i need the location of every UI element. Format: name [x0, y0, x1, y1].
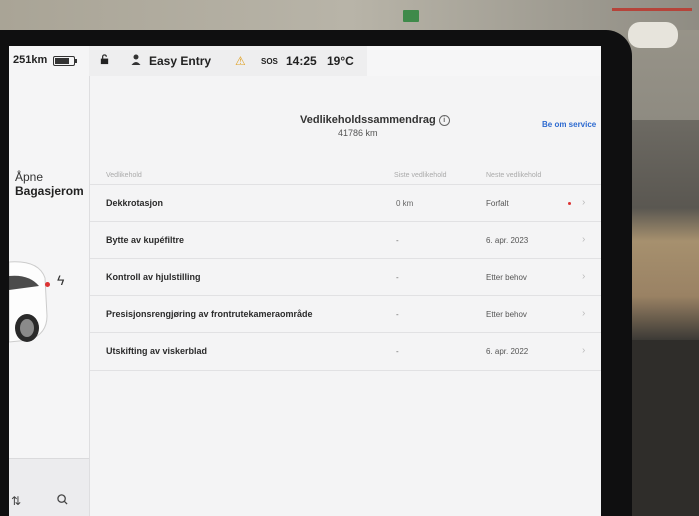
chevron-right-icon[interactable]: › [582, 308, 585, 319]
summary-title-text: Vedlikeholdssammendrag [300, 114, 436, 126]
outside-temperature: 19°C [327, 54, 354, 68]
sos-button[interactable]: SOS [261, 57, 278, 66]
charge-port-indicator [45, 282, 50, 287]
row-next: Etter behov [486, 310, 527, 319]
apps-icon[interactable]: ⇅ [11, 494, 21, 508]
row-name: Bytte av kupéfiltre [106, 235, 185, 245]
row-name: Kontroll av hjulstilling [106, 272, 201, 282]
table-row[interactable]: Bytte av kupéfiltre - 6. apr. 2023 › [90, 221, 601, 259]
exit-sign [403, 10, 419, 22]
car-screen: 251km Åpne Bagasjerom ϟ ⇅ Easy Entry ⚠ S… [9, 46, 601, 516]
background-ceiling [0, 0, 699, 30]
table-row[interactable]: Utskifting av viskerblad - 6. apr. 2022 … [90, 332, 601, 371]
warning-icon[interactable]: ⚠ [235, 54, 246, 68]
unlock-icon-glyph [100, 54, 109, 65]
search-icon-glyph [57, 494, 68, 505]
paper-roll [628, 22, 678, 48]
header-next-service: Neste vedlikehold [486, 172, 542, 179]
user-icon[interactable] [131, 54, 141, 68]
row-next: 6. apr. 2023 [486, 236, 529, 245]
row-next: 6. apr. 2022 [486, 347, 529, 356]
open-trunk-button[interactable]: Åpne Bagasjerom [15, 170, 84, 198]
open-trunk-line1: Åpne [15, 170, 44, 184]
battery-icon [53, 56, 77, 66]
chevron-right-icon[interactable]: › [582, 197, 585, 208]
open-trunk-line2: Bagasjerom [15, 184, 84, 198]
row-next: Etter behov [486, 273, 527, 282]
row-last: - [396, 273, 399, 282]
battery-fill [55, 58, 70, 64]
row-last: - [396, 347, 399, 356]
car-icon [9, 261, 48, 343]
row-name: Utskifting av viskerblad [106, 346, 208, 356]
row-last: 0 km [396, 199, 414, 208]
car-panel: 251km Åpne Bagasjerom ϟ ⇅ [9, 46, 89, 516]
header-maintenance: Vedlikehold [106, 172, 142, 179]
unlock-icon[interactable] [99, 54, 110, 68]
row-name: Presisjonsrengjøring av frontrutekamerao… [106, 309, 313, 319]
row-last: - [396, 236, 399, 245]
info-icon[interactable]: i [438, 114, 450, 126]
clock: 14:25 [286, 54, 317, 68]
status-bar: Easy Entry ⚠ SOS 14:25 19°C [89, 46, 601, 76]
summary-title: Vedlikeholdssammendrag i [300, 114, 450, 126]
user-icon-glyph [131, 54, 141, 65]
row-last: - [396, 310, 399, 319]
header-last-service: Siste vedlikehold [394, 172, 447, 179]
request-service-link[interactable]: Be om service [542, 120, 596, 129]
odometer: 41786 km [338, 128, 378, 138]
maintenance-panel: Vedlikeholdssammendrag i 41786 km Be om s… [90, 76, 601, 516]
range-readout: 251km [13, 54, 48, 66]
driver-profile[interactable]: Easy Entry [149, 54, 211, 68]
chevron-right-icon[interactable]: › [582, 271, 585, 282]
row-next: Forfalt [486, 199, 509, 208]
row-name: Dekkrotasjon [106, 198, 164, 208]
chevron-right-icon[interactable]: › [582, 345, 585, 356]
chevron-right-icon[interactable]: › [582, 234, 585, 245]
table-row[interactable]: Presisjonsrengjøring av frontrutekamerao… [90, 295, 601, 333]
table-row[interactable]: Dekkrotasjon 0 km Forfalt › [90, 184, 601, 222]
search-icon[interactable] [57, 494, 68, 508]
background-rack [612, 8, 692, 11]
charging-bolt-icon: ϟ [57, 272, 65, 288]
overdue-dot [568, 202, 571, 205]
table-row[interactable]: Kontroll av hjulstilling - Etter behov › [90, 258, 601, 296]
